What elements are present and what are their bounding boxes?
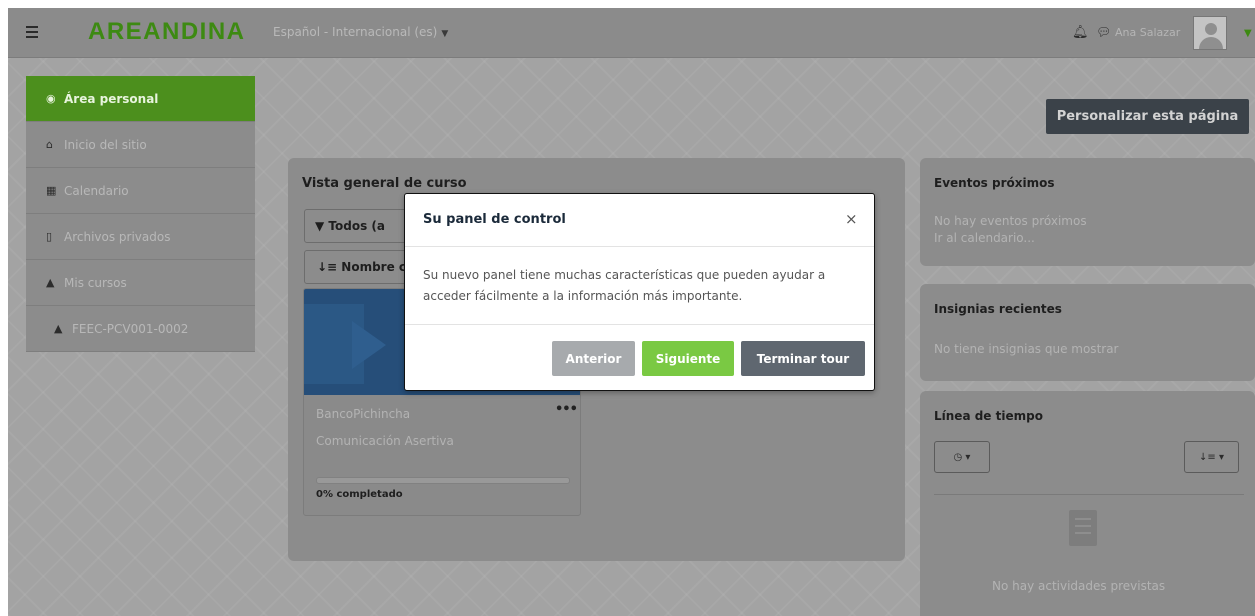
nav-item-label: Archivos privados	[64, 229, 171, 244]
avatar[interactable]	[1193, 16, 1227, 50]
course-progress-label: 0% completado	[316, 489, 403, 500]
caret-down-icon: ▼	[441, 29, 449, 39]
language-selector[interactable]: Español - Internacional (es) ▼	[273, 25, 448, 39]
user-name[interactable]: Ana Salazar	[1115, 26, 1180, 39]
filter-label: Todos (a	[328, 219, 385, 233]
clock-icon: ◷ ▾	[953, 451, 971, 463]
tour-dialog-title: Su panel de control	[423, 212, 566, 227]
user-menu-caret-icon[interactable]: ▼	[1244, 28, 1252, 39]
calendar-icon: ▦	[46, 184, 57, 197]
nav-item-label: Mis cursos	[64, 275, 127, 290]
recent-badges-title: Insignias recientes	[934, 302, 1062, 316]
recent-badges-block: Insignias recientes No tiene insignias q…	[920, 284, 1255, 381]
brand-logo[interactable]: AREANDINA	[88, 18, 246, 46]
app-window: AREANDINA Español - Internacional (es) ▼ …	[8, 8, 1255, 616]
nav-item-label: Inicio del sitio	[64, 137, 147, 152]
upcoming-events-title: Eventos próximos	[934, 176, 1055, 190]
chat-icon[interactable]: 💬︎	[1096, 25, 1111, 39]
filter-icon: ▼	[315, 219, 325, 233]
timeline-empty: No hay actividades previstas	[992, 579, 1166, 593]
timeline-title: Línea de tiempo	[934, 409, 1043, 423]
nav-item-label: FEEC-PCV001-0002	[72, 321, 189, 336]
home-icon: ⌂	[46, 138, 53, 151]
top-navbar: AREANDINA Español - Internacional (es) ▼ …	[8, 8, 1255, 58]
nav-item-label: Calendario	[64, 183, 129, 198]
graduation-cap-icon: ▲	[46, 276, 55, 289]
course-name[interactable]: Comunicación Asertiva	[316, 434, 454, 448]
timeline-date-filter[interactable]: ◷ ▾	[934, 441, 990, 473]
filter-dropdown[interactable]: ▼ Todos (a	[304, 209, 414, 243]
more-options-icon[interactable]: •••	[555, 402, 578, 417]
divider	[934, 494, 1244, 495]
timeline-block: Línea de tiempo No hay actividades previ…	[920, 391, 1255, 616]
tour-dialog-body: Su nuevo panel tiene muchas característi…	[423, 268, 826, 303]
end-tour-button[interactable]: Terminar tour	[741, 341, 865, 376]
empty-list-icon	[1069, 510, 1097, 546]
file-icon: ▯	[46, 230, 53, 243]
customize-page-button[interactable]: Personalizar esta página	[1046, 99, 1249, 134]
bell-icon[interactable]: 🔔︎	[1072, 25, 1089, 40]
nav-item-course[interactable]: ▲ FEEC-PCV001-0002	[26, 306, 255, 352]
language-label: Español - Internacional (es)	[273, 25, 438, 39]
calendar-link[interactable]: Ir al calendario...	[934, 231, 1035, 245]
upcoming-events-empty: No hay eventos próximos	[934, 214, 1087, 228]
previous-button[interactable]: Anterior	[552, 341, 635, 376]
recent-badges-empty: No tiene insignias que mostrar	[934, 342, 1119, 356]
graduation-cap-icon: ▲	[54, 322, 63, 335]
sort-icon: ↓≡ ▾	[1199, 451, 1224, 463]
tour-dialog-header: Su panel de control ×	[405, 194, 874, 247]
next-button[interactable]: Siguiente	[642, 341, 734, 376]
course-progress-bar	[316, 477, 570, 484]
sort-icon: ↓≡	[317, 260, 338, 274]
dashboard-icon: ◉	[46, 92, 56, 105]
nav-item-label: Área personal	[64, 91, 159, 106]
sort-dropdown[interactable]: ↓≡ Nombre c	[304, 250, 414, 284]
timeline-sort[interactable]: ↓≡ ▾	[1184, 441, 1239, 473]
left-navigation: ◉ Área personal ⌂ Inicio del sitio ▦ Cal…	[26, 76, 255, 352]
nav-item-calendario[interactable]: ▦ Calendario	[26, 168, 255, 214]
tour-dialog: Su panel de control × Su nuevo panel tie…	[404, 193, 875, 391]
course-overview-title: Vista general de curso	[302, 176, 467, 191]
course-category: BancoPichincha	[316, 407, 411, 421]
nav-item-area-personal[interactable]: ◉ Área personal	[26, 76, 255, 122]
nav-item-inicio-del-sitio[interactable]: ⌂ Inicio del sitio	[26, 122, 255, 168]
sort-label: Nombre c	[341, 260, 407, 274]
close-icon[interactable]: ×	[845, 210, 858, 228]
nav-item-mis-cursos[interactable]: ▲ Mis cursos	[26, 260, 255, 306]
nav-item-archivos-privados[interactable]: ▯ Archivos privados	[26, 214, 255, 260]
upcoming-events-block: Eventos próximos No hay eventos próximos…	[920, 158, 1255, 266]
hamburger-menu-icon[interactable]	[22, 21, 44, 43]
